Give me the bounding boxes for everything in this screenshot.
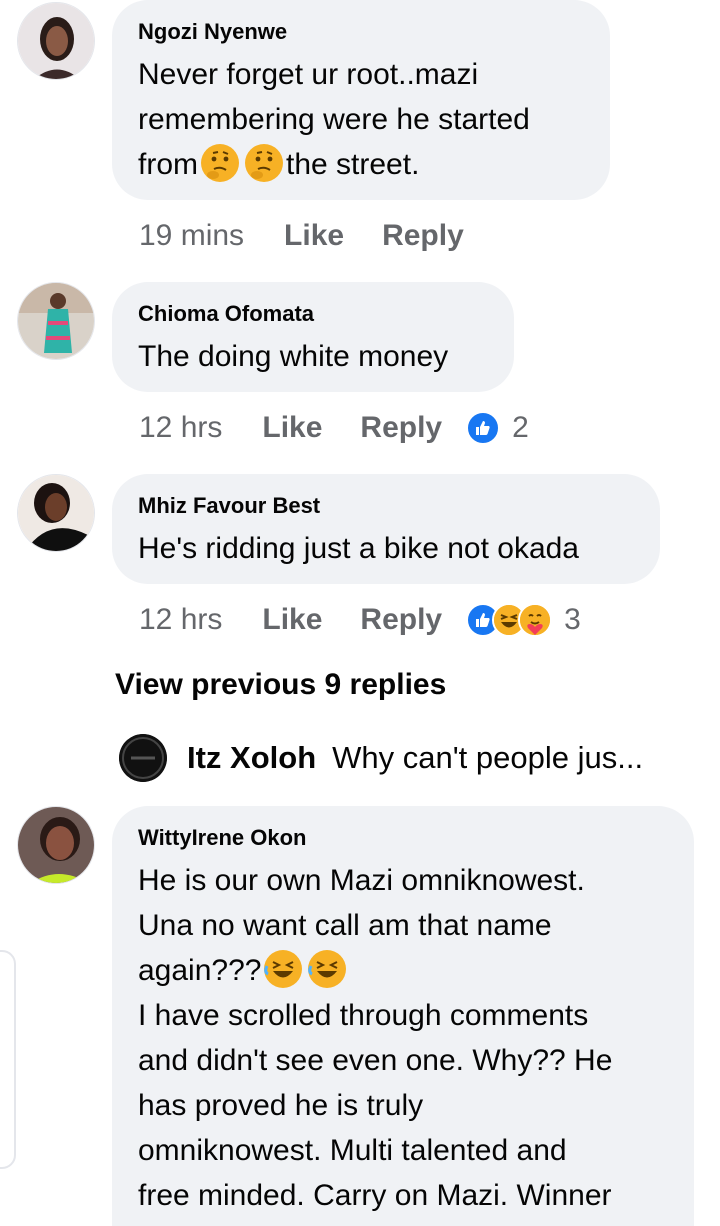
avatar[interactable] bbox=[17, 806, 95, 884]
comment-actions: 12 hrs Like Reply 3 bbox=[139, 600, 581, 640]
comment-bubble: WittyIrene Okon He is our own Mazi omnik… bbox=[112, 806, 694, 1226]
comment-text-line: I have scrolled through comments bbox=[138, 999, 589, 1032]
reply-button[interactable]: Reply bbox=[360, 603, 442, 637]
reaction-summary[interactable]: 2 bbox=[466, 411, 529, 445]
comment-text: The doing white money bbox=[138, 340, 449, 373]
reply-button[interactable]: Reply bbox=[360, 411, 442, 445]
like-button[interactable]: Like bbox=[262, 603, 322, 637]
comment-author[interactable]: Chioma Ofomata bbox=[138, 300, 488, 328]
comment-text-line: Una no want call am that name bbox=[138, 909, 552, 942]
comment-text: Never forget ur root..mazi remembering w… bbox=[138, 52, 584, 187]
comment-text-line: from the street. bbox=[138, 142, 584, 187]
comment-author[interactable]: WittyIrene Okon bbox=[138, 824, 668, 852]
timestamp[interactable]: 19 mins bbox=[139, 219, 244, 253]
reaction-count: 2 bbox=[512, 411, 529, 444]
avatar[interactable] bbox=[119, 734, 167, 782]
avatar[interactable] bbox=[17, 282, 95, 360]
thinking-emoji-icon bbox=[245, 144, 283, 182]
thinking-emoji-icon bbox=[201, 144, 239, 182]
comment-bubble: Chioma Ofomata The doing white money bbox=[112, 282, 514, 392]
reply-author[interactable]: Itz Xoloh bbox=[187, 740, 316, 776]
comment-text-line: has proved he is truly bbox=[138, 1089, 424, 1122]
comment-text-line: Never forget ur root..mazi bbox=[138, 58, 479, 91]
comment-author[interactable]: Ngozi Nyenwe bbox=[138, 18, 584, 46]
comment-text-part: again??? bbox=[138, 954, 262, 987]
timestamp[interactable]: 12 hrs bbox=[139, 411, 222, 445]
reply-snippet: Why can't people jus... bbox=[332, 740, 644, 775]
reply-button[interactable]: Reply bbox=[382, 219, 464, 253]
laughing-emoji-icon bbox=[264, 950, 303, 988]
comment-actions: 12 hrs Like Reply 2 bbox=[139, 408, 529, 448]
comment-text-line: free minded. Carry on Mazi. Winner bbox=[138, 1179, 612, 1212]
comment-text-part: the street. bbox=[286, 148, 420, 181]
laughing-emoji-icon bbox=[308, 950, 347, 988]
comment-text-line: omniknowest. Multi talented and bbox=[138, 1134, 567, 1167]
avatar[interactable] bbox=[17, 474, 95, 552]
like-button[interactable]: Like bbox=[284, 219, 344, 253]
floating-panel-edge bbox=[0, 950, 16, 1169]
comment-bubble: Mhiz Favour Best He's ridding just a bik… bbox=[112, 474, 660, 584]
reaction-summary[interactable]: 3 bbox=[466, 603, 581, 637]
care-reaction-icon bbox=[518, 603, 553, 637]
comment-actions: 19 mins Like Reply bbox=[139, 216, 502, 256]
comment-text-line: again??? bbox=[138, 948, 668, 993]
comment-text: He is our own Mazi omniknowest. Una no w… bbox=[138, 858, 668, 1218]
like-reaction-icon bbox=[466, 411, 501, 445]
comment-text: He's ridding just a bike not okada bbox=[138, 532, 579, 565]
avatar[interactable] bbox=[17, 2, 95, 80]
comment-author[interactable]: Mhiz Favour Best bbox=[138, 492, 634, 520]
timestamp[interactable]: 12 hrs bbox=[139, 603, 222, 637]
like-button[interactable]: Like bbox=[262, 411, 322, 445]
comment-text-line: He is our own Mazi omniknowest. bbox=[138, 864, 585, 897]
reaction-count: 3 bbox=[564, 603, 581, 636]
comment-bubble: Ngozi Nyenwe Never forget ur root..mazi … bbox=[112, 0, 610, 200]
reply-preview[interactable]: Itz Xoloh Why can't people jus... bbox=[119, 734, 643, 782]
comment-text-line: and didn't see even one. Why?? He bbox=[138, 1044, 613, 1077]
comment-text-line: remembering were he started bbox=[138, 103, 530, 136]
comment-text-part: from bbox=[138, 148, 198, 181]
view-previous-replies-link[interactable]: View previous 9 replies bbox=[115, 668, 446, 702]
